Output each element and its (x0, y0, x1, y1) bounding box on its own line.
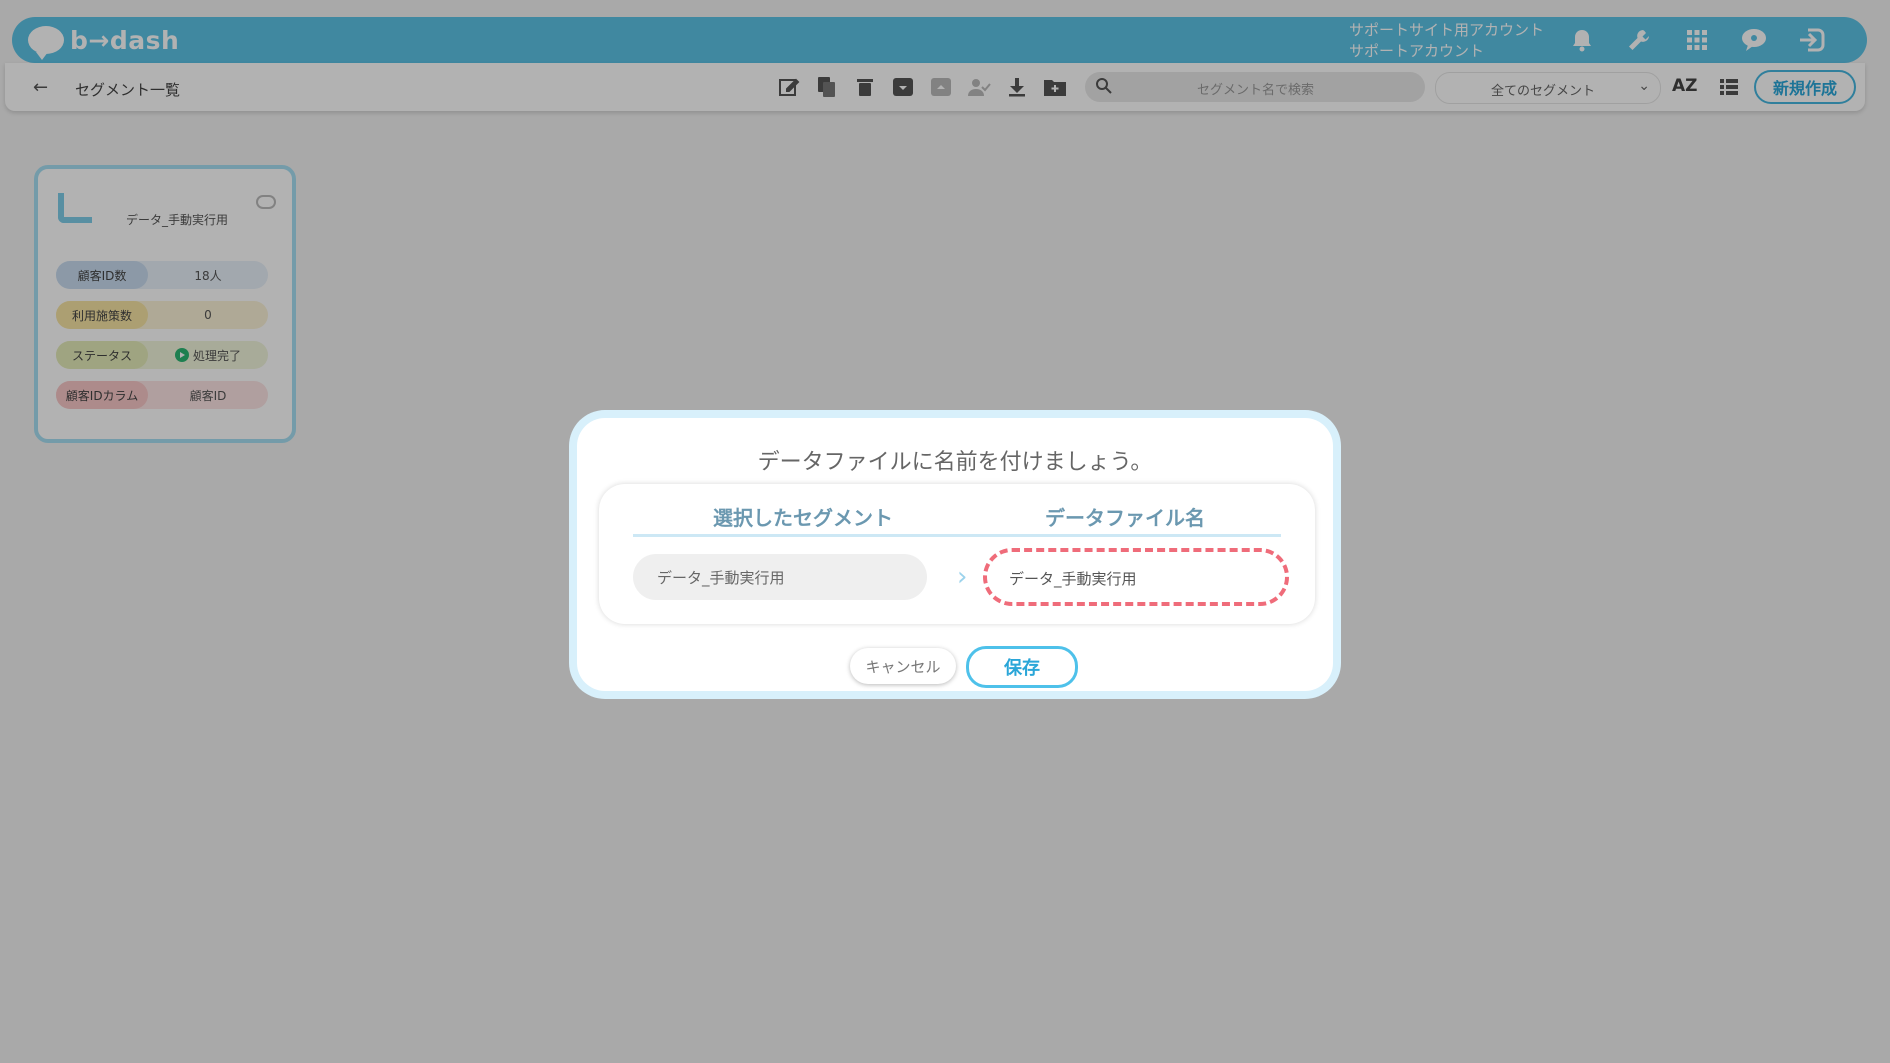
modal-panel: 選択したセグメント データファイル名 データ_手動実行用 › (599, 484, 1315, 624)
selected-segment-field: データ_手動実行用 (633, 554, 927, 600)
cancel-button[interactable]: キャンセル (850, 648, 956, 684)
header-divider (633, 534, 1281, 537)
save-button[interactable]: 保存 (966, 646, 1078, 688)
name-data-file-modal: データファイルに名前を付けましょう。 選択したセグメント データファイル名 デー… (569, 410, 1341, 699)
selected-segment-header: 選択したセグメント (713, 506, 893, 530)
chevron-right-icon: › (957, 562, 968, 592)
data-file-name-field[interactable] (983, 548, 1289, 606)
app-root: b→dash サポートサイト用アカウント サポートアカウント ← セグメント一覧 (0, 0, 1890, 1063)
data-file-name-header: データファイル名 (1045, 506, 1205, 530)
data-file-name-input[interactable] (1007, 562, 1261, 594)
modal-title: データファイルに名前を付けましょう。 (757, 450, 1153, 475)
modal-body: データファイルに名前を付けましょう。 選択したセグメント データファイル名 デー… (577, 418, 1333, 691)
